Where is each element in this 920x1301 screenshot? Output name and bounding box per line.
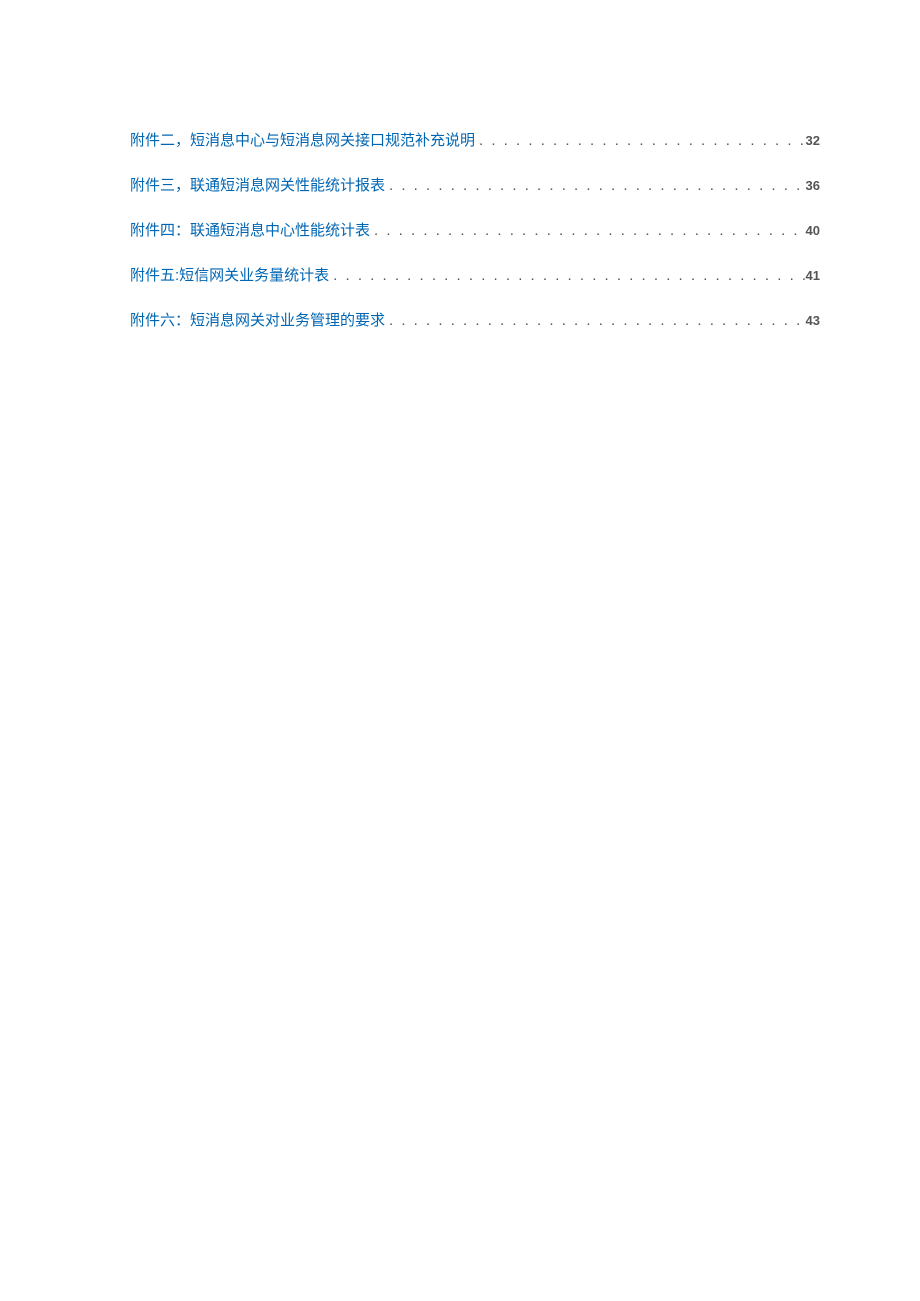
toc-link-appendix-6[interactable]: 附件六：短消息网关对业务管理的要求	[130, 310, 385, 331]
toc-link-appendix-3[interactable]: 附件三，联通短消息网关性能统计报表	[130, 175, 385, 196]
toc-leader: . . . . . . . . . . . . . . . . . . . . …	[385, 310, 806, 331]
toc-link-appendix-5[interactable]: 附件五:短信网关业务量统计表	[130, 265, 329, 286]
toc-entry: 附件五:短信网关业务量统计表 . . . . . . . . . . . . .…	[130, 265, 820, 286]
toc-link-appendix-2[interactable]: 附件二，短消息中心与短消息网关接口规范补充说明	[130, 130, 475, 151]
toc-entry: 附件三，联通短消息网关性能统计报表 . . . . . . . . . . . …	[130, 175, 820, 196]
toc-page-number: 43	[806, 312, 820, 330]
toc-leader: . . . . . . . . . . . . . . . . . . . . …	[329, 265, 805, 286]
toc-leader: . . . . . . . . . . . . . . . . . . . . …	[370, 220, 806, 241]
toc-entry: 附件四：联通短消息中心性能统计表 . . . . . . . . . . . .…	[130, 220, 820, 241]
toc-entry: 附件六：短消息网关对业务管理的要求 . . . . . . . . . . . …	[130, 310, 820, 331]
toc-link-appendix-4[interactable]: 附件四：联通短消息中心性能统计表	[130, 220, 370, 241]
toc-leader: . . . . . . . . . . . . . . . . . . . . …	[385, 175, 806, 196]
document-page: 附件二，短消息中心与短消息网关接口规范补充说明 . . . . . . . . …	[0, 0, 920, 331]
toc-page-number: 41	[806, 267, 820, 285]
toc-page-number: 32	[806, 132, 820, 150]
toc-entry: 附件二，短消息中心与短消息网关接口规范补充说明 . . . . . . . . …	[130, 130, 820, 151]
toc-page-number: 40	[806, 222, 820, 240]
toc-page-number: 36	[806, 177, 820, 195]
toc-leader: . . . . . . . . . . . . . . . . . . . . …	[475, 130, 806, 151]
